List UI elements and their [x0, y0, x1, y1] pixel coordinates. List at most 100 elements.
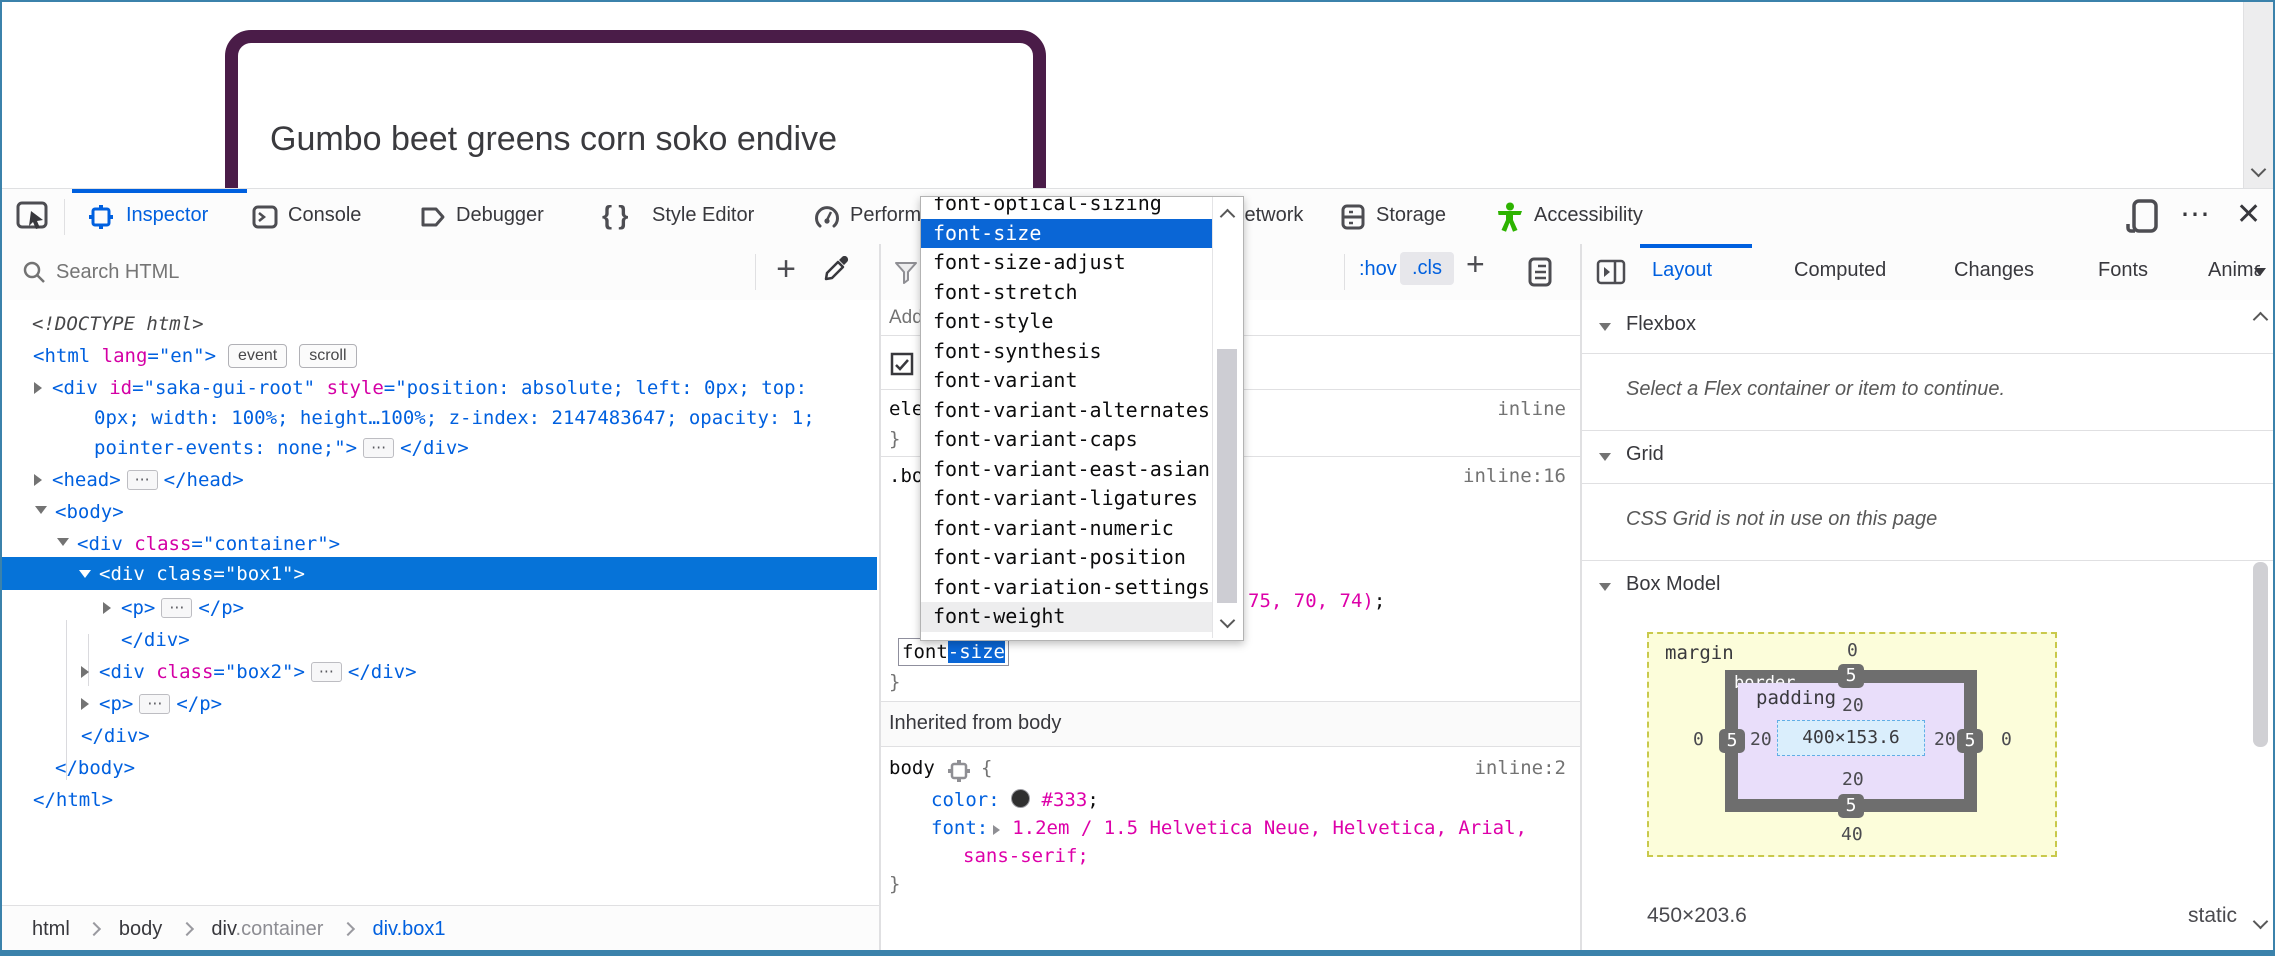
padding-right-value[interactable]: 20: [1934, 729, 1956, 750]
markup-row-html-close[interactable]: </html>: [33, 784, 113, 816]
sidebar-toggle-icon[interactable]: [1596, 259, 1626, 285]
eyedropper-button[interactable]: [820, 256, 856, 292]
tab-fonts[interactable]: Fonts: [2098, 259, 2148, 282]
markup-row-doctype[interactable]: <!DOCTYPE html>: [32, 308, 204, 340]
markup-row-box2[interactable]: <div class="box2">⋯</div>: [99, 656, 417, 688]
autocomplete-item[interactable]: font-variation-settings: [921, 573, 1212, 603]
markup-row-head[interactable]: <head>⋯</head>: [52, 464, 244, 496]
tab-changes[interactable]: Changes: [1954, 259, 2034, 282]
border-top-value[interactable]: 5: [1838, 664, 1864, 688]
breadcrumb-item-html[interactable]: html: [32, 918, 70, 940]
ellipsis-badge[interactable]: ⋯: [363, 438, 394, 458]
add-rule-button[interactable]: +: [1466, 246, 1485, 283]
margin-left-value[interactable]: 0: [1693, 729, 1704, 750]
ellipsis-badge[interactable]: ⋯: [127, 470, 158, 490]
autocomplete-item[interactable]: font-variant: [921, 366, 1212, 396]
tab-animations[interactable]: Animati: [2208, 259, 2260, 282]
class-toggle-button[interactable]: .cls: [1400, 252, 1454, 285]
expand-twisty[interactable]: [34, 382, 42, 394]
close-devtools-button[interactable]: ✕: [2236, 197, 2275, 237]
autocomplete-item-hover[interactable]: font-weight: [921, 602, 1212, 632]
tab-console[interactable]: Console: [252, 189, 392, 243]
filter-icon[interactable]: [893, 259, 919, 285]
declaration-fragment[interactable]: 75, 70, 74);: [1248, 590, 1385, 612]
scroll-up-icon[interactable]: [1220, 209, 1236, 225]
class-checkbox[interactable]: [890, 352, 914, 376]
autocomplete-item[interactable]: font-synthesis: [921, 337, 1212, 367]
tab-style-editor[interactable]: { } Style Editor: [602, 189, 792, 243]
autocomplete-scrollbar[interactable]: [1212, 197, 1242, 638]
tab-computed[interactable]: Computed: [1794, 259, 1886, 282]
section-box-model-header[interactable]: Box Model: [1582, 561, 2273, 613]
autocomplete-item[interactable]: font-style: [921, 307, 1212, 337]
tab-accessibility[interactable]: Accessibility: [1496, 189, 1696, 243]
content-region[interactable]: 400×153.6: [1777, 720, 1925, 756]
pick-element-button[interactable]: [16, 201, 56, 233]
breadcrumb-item-box1[interactable]: div.box1: [372, 918, 445, 940]
scrollbar-thumb[interactable]: [2253, 562, 2268, 747]
pseudo-class-button[interactable]: :hov: [1359, 258, 1397, 281]
markup-row-container[interactable]: <div class="container">: [77, 528, 340, 560]
print-simulation-button[interactable]: [1526, 257, 1554, 287]
markup-row-p1[interactable]: <p>⋯</p>: [121, 592, 244, 624]
ellipsis-badge[interactable]: ⋯: [161, 598, 192, 618]
tab-storage[interactable]: Storage: [1340, 189, 1475, 243]
responsive-design-button[interactable]: [2124, 199, 2166, 235]
selected-node-row[interactable]: <div class="box1">: [2, 557, 877, 590]
autocomplete-item[interactable]: font-variant-east-asian: [921, 455, 1212, 485]
markup-row-p2[interactable]: <p>⋯</p>: [99, 688, 222, 720]
section-twisty[interactable]: [1599, 453, 1611, 461]
margin-bottom-value[interactable]: 40: [1841, 824, 1863, 845]
breadcrumb-item-body[interactable]: body: [119, 918, 162, 940]
rule-source-link[interactable]: inline:2: [1474, 757, 1566, 779]
markup-row-box1-close[interactable]: </div>: [121, 624, 190, 656]
border-bottom-value[interactable]: 5: [1838, 794, 1864, 818]
scrollbar-thumb[interactable]: [1217, 349, 1237, 603]
all-tabs-chevron-icon[interactable]: [2254, 268, 2266, 276]
expand-twisty[interactable]: [81, 698, 89, 710]
highlight-selector-icon[interactable]: [947, 759, 971, 783]
ellipsis-badge[interactable]: ⋯: [311, 662, 342, 682]
padding-left-value[interactable]: 20: [1750, 729, 1772, 750]
section-twisty[interactable]: [1599, 583, 1611, 591]
scroll-down-icon[interactable]: [1220, 613, 1236, 629]
event-badge[interactable]: event: [228, 344, 287, 368]
markup-row-saka-div-end[interactable]: pointer-events: none;">⋯</div>: [94, 432, 469, 464]
collapse-twisty[interactable]: [35, 506, 47, 514]
markup-row-body-close[interactable]: </body>: [55, 752, 135, 784]
margin-right-value[interactable]: 0: [2001, 729, 2012, 750]
section-flexbox-header[interactable]: Flexbox: [1582, 301, 2273, 353]
declaration-font[interactable]: font:1.2em / 1.5 Helvetica Neue, Helveti…: [931, 817, 1527, 839]
markup-row-container-close[interactable]: </div>: [81, 720, 150, 752]
color-swatch[interactable]: [1011, 789, 1030, 808]
markup-row-saka-div-wrap[interactable]: 0px; width: 100%; height…100%; z-index: …: [94, 402, 815, 434]
autocomplete-item[interactable]: font-stretch: [921, 278, 1212, 308]
autocomplete-item[interactable]: font-size-adjust: [921, 248, 1212, 278]
autocomplete-item[interactable]: font-variant-caps: [921, 425, 1212, 455]
tab-inspector[interactable]: Inspector: [72, 189, 247, 243]
page-scrollbar[interactable]: [2243, 2, 2273, 188]
rule-source-link[interactable]: inline: [1497, 398, 1566, 420]
collapse-twisty[interactable]: [79, 570, 91, 578]
expand-twisty[interactable]: [81, 666, 89, 678]
add-node-button[interactable]: +: [768, 250, 804, 294]
breadcrumb-item-container[interactable]: div.container: [211, 918, 323, 940]
expand-twisty[interactable]: [103, 602, 111, 614]
markup-row-body[interactable]: <body>: [55, 496, 124, 528]
markup-row-box1[interactable]: <div class="box1">: [99, 558, 305, 590]
scroll-badge[interactable]: scroll: [299, 344, 356, 368]
markup-row-saka-div[interactable]: <div id="saka-gui-root" style="position:…: [52, 372, 807, 404]
scroll-down-icon[interactable]: [2251, 162, 2267, 178]
collapse-twisty[interactable]: [57, 538, 69, 546]
autocomplete-item-selected[interactable]: font-size: [921, 219, 1212, 249]
margin-top-value[interactable]: 0: [1847, 640, 1858, 661]
section-twisty[interactable]: [1599, 323, 1611, 331]
scroll-down-icon[interactable]: [2253, 914, 2269, 930]
search-input[interactable]: [54, 256, 608, 288]
padding-bottom-value[interactable]: 20: [1842, 769, 1864, 790]
border-left-value[interactable]: 5: [1719, 729, 1745, 753]
section-grid-header[interactable]: Grid: [1582, 431, 2273, 483]
border-region[interactable]: border padding 400×153.6 20 20 20 20 5 5: [1725, 670, 1977, 812]
autocomplete-item[interactable]: font-variant-ligatures: [921, 484, 1212, 514]
markup-row-html[interactable]: <html lang="en">eventscroll: [33, 340, 357, 372]
